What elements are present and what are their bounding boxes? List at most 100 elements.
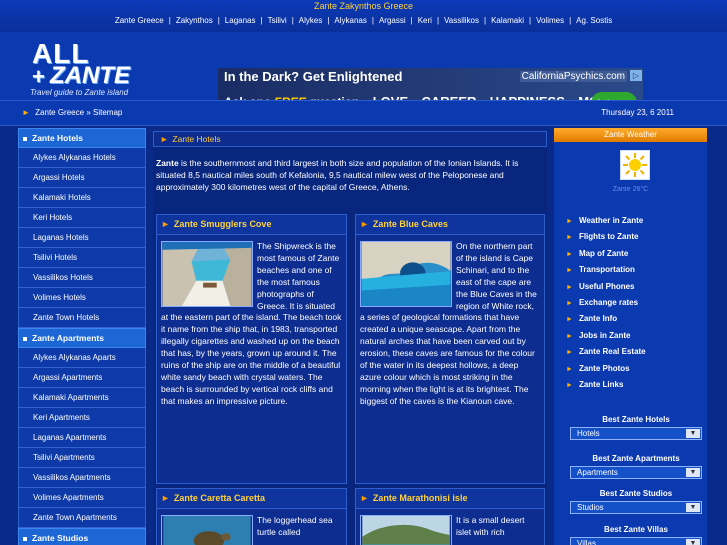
sidebar-item[interactable]: Volimes Apartments — [18, 488, 146, 508]
chevron-down-icon[interactable]: ▼ — [686, 468, 700, 477]
card-title-text[interactable]: Zante Smugglers Cove — [174, 219, 272, 229]
card-smugglers-cove: ► Zante Smugglers Cove The Shipwreck is t… — [156, 214, 347, 484]
sidebar-item[interactable]: Volimes Hotels — [18, 288, 146, 308]
right-link[interactable]: ► Map of Zante — [566, 246, 704, 262]
right-link[interactable]: ► Flights to Zante — [566, 229, 704, 245]
sidebar-item[interactable]: Kalamaki Apartments — [18, 388, 146, 408]
card-title[interactable]: ► Zante Marathonisi isle — [356, 489, 544, 509]
sidebar-item[interactable]: Laganas Apartments — [18, 428, 146, 448]
right-link-label[interactable]: Map of Zante — [579, 249, 628, 258]
breadcrumb-home-link[interactable]: Zante Greece — [35, 108, 84, 117]
ad-choices-icon[interactable]: ▷ — [630, 70, 642, 81]
site-logo[interactable]: ALL + ZANTE Travel guide to Zante island — [28, 38, 158, 97]
intro-paragraph: Zante is the southernmost and third larg… — [156, 157, 544, 193]
weather-header[interactable]: Zante Weather — [554, 128, 707, 142]
best-select-dropdown[interactable]: Studios ▼ — [570, 501, 702, 514]
sidebar-item[interactable]: Keri Apartments — [18, 408, 146, 428]
top-nav-link[interactable]: Argassi — [379, 16, 406, 25]
right-link-label[interactable]: Flights to Zante — [579, 232, 639, 241]
top-nav-link[interactable]: Alykes — [299, 16, 323, 25]
sidebar-item[interactable]: Argassi Apartments — [18, 368, 146, 388]
shipwreck-beach-image[interactable] — [161, 241, 253, 307]
right-link-label[interactable]: Weather in Zante — [579, 216, 643, 225]
right-link[interactable]: ► Zante Info — [566, 311, 704, 327]
top-nav-link[interactable]: Zakynthos — [176, 16, 213, 25]
card-title-text[interactable]: Zante Blue Caves — [373, 219, 448, 229]
sidebar-item[interactable]: Keri Hotels — [18, 208, 146, 228]
top-nav-link[interactable]: Keri — [418, 16, 432, 25]
right-link[interactable]: ► Weather in Zante — [566, 213, 704, 229]
right-link-label[interactable]: Jobs in Zante — [579, 331, 631, 340]
right-link[interactable]: ► Zante Real Estate — [566, 344, 704, 360]
right-link-label[interactable]: Zante Real Estate — [579, 347, 646, 356]
top-nav-link[interactable]: Volimes — [536, 16, 564, 25]
weather-widget[interactable]: Zante 26°C — [554, 142, 707, 210]
right-link[interactable]: ► Jobs in Zante — [566, 328, 704, 344]
best-select-group: Best Zante Hotels Hotels ▼ — [570, 415, 702, 440]
best-select-label: Best Zante Hotels — [602, 415, 670, 424]
sidebar-section-header[interactable]: Zante Apartments — [18, 328, 146, 348]
nav-separator: | — [217, 16, 220, 25]
sidebar-section-header[interactable]: Zante Hotels — [18, 128, 146, 148]
right-link-label[interactable]: Zante Photos — [579, 364, 630, 373]
sidebar-item[interactable]: Alykes Alykanas Aparts — [18, 348, 146, 368]
sidebar-section-title[interactable]: Zante Studios — [32, 533, 88, 543]
ad-headline: In the Dark? Get Enlightened — [224, 69, 403, 84]
chevron-down-icon[interactable]: ▼ — [686, 503, 700, 512]
intro-text: is the southernmost and third largest in… — [156, 158, 519, 192]
card-body: It is a small desert islet with rich — [360, 515, 540, 545]
best-select-dropdown[interactable]: Villas ▼ — [570, 537, 702, 545]
right-link[interactable]: ► Useful Phones — [566, 279, 704, 295]
arrow-right-icon: ► — [566, 381, 573, 389]
card-title[interactable]: ► Zante Caretta Caretta — [157, 489, 346, 509]
sidebar-item[interactable]: Tsilivi Hotels — [18, 248, 146, 268]
top-nav-link[interactable]: Vassilikos — [444, 16, 479, 25]
sidebar-section-title[interactable]: Zante Hotels — [32, 133, 83, 143]
right-link[interactable]: ► Zante Links — [566, 377, 704, 393]
card-title-text[interactable]: Zante Caretta Caretta — [174, 493, 265, 503]
card-title[interactable]: ► Zante Blue Caves — [356, 215, 544, 235]
right-link[interactable]: ► Exchange rates — [566, 295, 704, 311]
chevron-down-icon[interactable]: ▼ — [686, 539, 700, 545]
sidebar-item[interactable]: Vassilikos Hotels — [18, 268, 146, 288]
top-nav-link[interactable]: Alykanas — [334, 16, 366, 25]
sidebar-item[interactable]: Tsilivi Apartments — [18, 448, 146, 468]
right-link[interactable]: ► Transportation — [566, 262, 704, 278]
top-nav-link[interactable]: Zante Greece — [115, 16, 164, 25]
best-select-label: Best Zante Apartments — [592, 454, 680, 463]
blue-caves-image[interactable] — [360, 241, 452, 307]
sidebar-item[interactable]: Vassilikos Apartments — [18, 468, 146, 488]
breadcrumb-separator: » — [86, 108, 91, 117]
best-select-dropdown[interactable]: Apartments ▼ — [570, 466, 702, 479]
chevron-down-icon[interactable]: ▼ — [686, 429, 700, 438]
sidebar-item[interactable]: Laganas Hotels — [18, 228, 146, 248]
card-title[interactable]: ► Zante Smugglers Cove — [157, 215, 346, 235]
sidebar-item[interactable]: Zante Town Hotels — [18, 308, 146, 328]
right-link-label[interactable]: Useful Phones — [579, 282, 635, 291]
top-nav-link[interactable]: Laganas — [225, 16, 256, 25]
card-text: The loggerhead sea turtle called — [257, 515, 333, 537]
right-link-label[interactable]: Exchange rates — [579, 298, 638, 307]
weather-caption: Zante 26°C — [612, 186, 649, 193]
right-link[interactable]: ► Zante Photos — [566, 361, 704, 377]
right-link-label[interactable]: Transportation — [579, 265, 635, 274]
right-link-label[interactable]: Zante Info — [579, 314, 617, 323]
marathonisi-island-image[interactable] — [360, 515, 452, 545]
main-content: ► Zante Hotels Zante is the southernmost … — [153, 131, 547, 545]
sidebar-item[interactable]: Zante Town Apartments — [18, 508, 146, 528]
sidebar-item[interactable]: Argassi Hotels — [18, 168, 146, 188]
top-nav-link[interactable]: Tsilivi — [268, 16, 287, 25]
card-title-text[interactable]: Zante Marathonisi isle — [373, 493, 468, 503]
sidebar-section-header[interactable]: Zante Studios — [18, 528, 146, 545]
right-link-label[interactable]: Zante Links — [579, 380, 623, 389]
top-nav-link[interactable]: Kalamaki — [491, 16, 524, 25]
top-nav-link[interactable]: Ag. Sostis — [576, 16, 612, 25]
sea-turtle-image[interactable] — [161, 515, 253, 545]
sidebar-item[interactable]: Kalamaki Hotels — [18, 188, 146, 208]
nav-separator: | — [529, 16, 532, 25]
main-heading-text: Zante Hotels — [172, 134, 221, 144]
header: ALL + ZANTE Travel guide to Zante island… — [0, 32, 727, 123]
best-select-dropdown[interactable]: Hotels ▼ — [570, 427, 702, 440]
sidebar-item[interactable]: Alykes Alykanas Hotels — [18, 148, 146, 168]
sidebar-section-title[interactable]: Zante Apartments — [32, 333, 104, 343]
